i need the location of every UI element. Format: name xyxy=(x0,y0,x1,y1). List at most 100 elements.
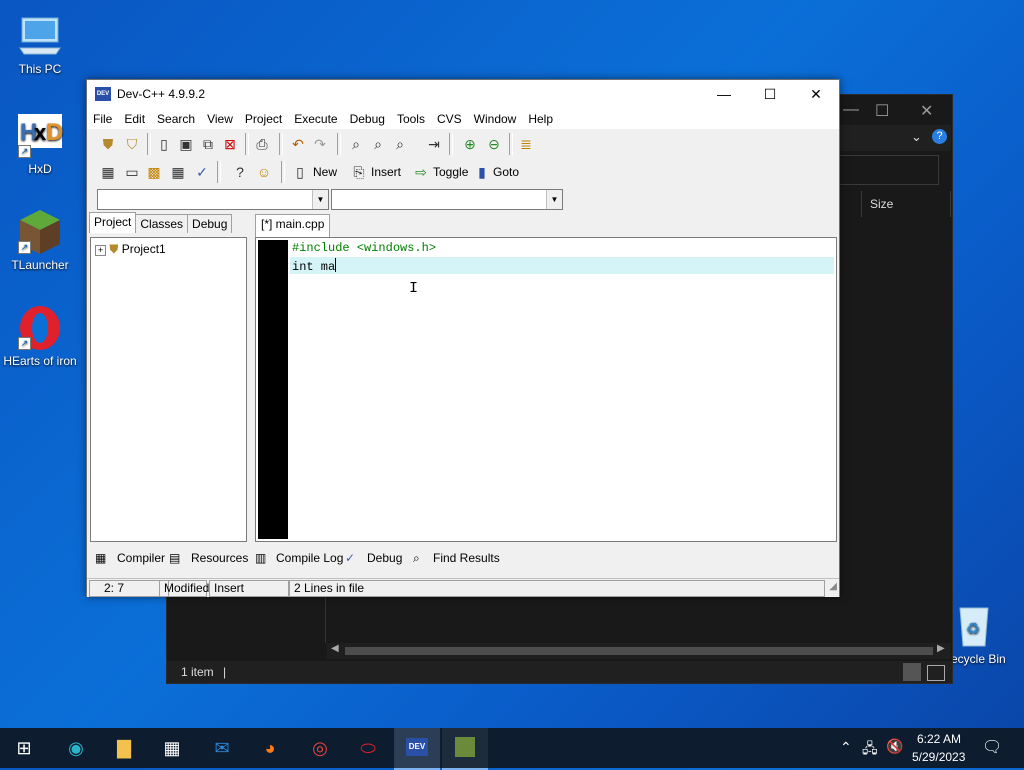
goto-button-label[interactable]: Goto xyxy=(493,161,519,183)
insert-icon[interactable]: ⎘ xyxy=(351,161,367,183)
close-button[interactable]: ✕ xyxy=(793,80,839,109)
chevron-down-icon[interactable]: ▼ xyxy=(312,190,328,209)
store-icon[interactable]: ▦ xyxy=(158,734,186,762)
tab-classes[interactable]: Classes xyxy=(135,214,189,233)
title-bar[interactable]: DEV Dev-C++ 4.9.9.2 — ☐ ✕ xyxy=(87,80,839,109)
notifications-icon[interactable]: 🗨 xyxy=(982,737,1002,757)
tree-node-project1[interactable]: + ⛊ Project1 xyxy=(95,242,166,257)
member-combo[interactable]: ▼ xyxy=(331,189,563,210)
menu-cvs[interactable]: CVS xyxy=(431,109,468,129)
network-icon[interactable]: 🖧 xyxy=(862,738,878,762)
print-icon[interactable]: ⎙ xyxy=(251,133,273,155)
menu-view[interactable]: View xyxy=(201,109,239,129)
resize-grip-icon[interactable]: ◢ xyxy=(829,581,837,592)
menu-window[interactable]: Window xyxy=(468,109,523,129)
clock-date[interactable]: 5/29/2023 xyxy=(912,750,965,764)
windows-start-icon[interactable]: ⊞ xyxy=(10,734,38,762)
menu-debug[interactable]: Debug xyxy=(344,109,391,129)
find-icon[interactable]: ⌕ xyxy=(345,133,367,155)
menu-edit[interactable]: Edit xyxy=(118,109,151,129)
hxd-app-icon: H x D ↗ xyxy=(16,112,64,160)
tab-project[interactable]: Project xyxy=(89,212,137,233)
tlauncher-taskbar-button[interactable] xyxy=(442,728,488,770)
devcpp-app-icon: DEV xyxy=(95,87,111,101)
toggle-button-label[interactable]: Toggle xyxy=(433,161,468,183)
tab-compiler[interactable]: Compiler xyxy=(117,548,165,568)
new-file-icon[interactable]: ▯ xyxy=(153,133,175,155)
minimize-button[interactable]: — xyxy=(701,80,747,109)
search-box[interactable] xyxy=(839,155,939,185)
clock-time[interactable]: 6:22 AM xyxy=(917,732,961,746)
chevron-down-icon[interactable]: ⌄ xyxy=(911,129,922,145)
file-explorer-icon[interactable]: ▇ xyxy=(110,734,138,762)
rebuild-all-icon[interactable]: ▦ xyxy=(167,161,189,183)
redo-icon[interactable]: ↷ xyxy=(309,133,331,155)
undo-icon[interactable]: ↶ xyxy=(287,133,309,155)
save-all-icon[interactable]: ⧉ xyxy=(197,133,219,155)
desktop-icon-this-pc[interactable]: This PC xyxy=(2,12,78,76)
tiles-view-icon[interactable] xyxy=(927,665,945,681)
minimize-icon[interactable]: — xyxy=(843,101,859,119)
code-editor[interactable]: #include <windows.h> int ma I xyxy=(255,237,837,542)
new-icon[interactable]: ▯ xyxy=(293,161,307,183)
remove-from-project-icon[interactable]: ⊖ xyxy=(483,133,505,155)
goto-bookmark-icon[interactable]: ▮ xyxy=(475,161,489,183)
expand-icon[interactable]: + xyxy=(95,245,106,256)
scroll-right-icon[interactable]: ▶ xyxy=(937,643,945,654)
main-toolbar: ⛊ ⛉ ▯ ▣ ⧉ ⊠ ⎙ ↶ ↷ ⌕ ⌕ ⌕ ⇥ ⊕ ⊖ ≣ xyxy=(87,130,543,158)
help-icon[interactable]: ? xyxy=(229,161,251,183)
compile-icon[interactable]: ▦ xyxy=(97,161,119,183)
maximize-button[interactable]: ☐ xyxy=(747,80,793,109)
menu-search[interactable]: Search xyxy=(151,109,201,129)
show-hidden-icons-chevron-icon[interactable]: ⌃ xyxy=(840,739,852,756)
scroll-left-icon[interactable]: ◀ xyxy=(331,643,339,654)
check-syntax-icon[interactable]: ✓ xyxy=(191,161,213,183)
desktop-icon-tlauncher[interactable]: ↗ TLauncher xyxy=(2,208,78,272)
menu-project[interactable]: Project xyxy=(239,109,288,129)
new-button-label[interactable]: New xyxy=(313,161,337,183)
replace-icon[interactable]: ⌕ xyxy=(367,133,389,155)
find-next-icon[interactable]: ⌕ xyxy=(389,133,411,155)
chrome-icon[interactable]: ◎ xyxy=(306,734,334,762)
tab-compile-log[interactable]: Compile Log xyxy=(276,548,343,568)
tab-resources[interactable]: Resources xyxy=(191,548,248,568)
insert-button-label[interactable]: Insert xyxy=(371,161,401,183)
desktop-icon-hearts-of-iron[interactable]: ↗ HEarts of iron xyxy=(0,304,80,368)
chevron-down-icon[interactable]: ▼ xyxy=(546,190,562,209)
desktop-icon-hxd[interactable]: H x D ↗ HxD xyxy=(2,112,78,176)
close-icon[interactable]: ✕ xyxy=(920,101,933,121)
menu-tools[interactable]: Tools xyxy=(391,109,431,129)
class-combo[interactable]: ▼ xyxy=(97,189,329,210)
scrollbar-thumb[interactable] xyxy=(345,647,933,655)
volume-muted-icon[interactable]: 🔇 xyxy=(886,738,903,755)
mail-icon[interactable]: ✉ xyxy=(208,734,236,762)
about-icon[interactable]: ☺ xyxy=(253,161,275,183)
toggle-bookmark-icon[interactable]: ⇨ xyxy=(413,161,429,183)
goto-line-icon[interactable]: ⇥ xyxy=(423,133,445,155)
menu-help[interactable]: Help xyxy=(522,109,559,129)
opera-taskbar-icon[interactable]: ⬭ xyxy=(354,734,382,762)
open-project-icon[interactable]: ⛊ xyxy=(97,133,119,155)
close-file-icon[interactable]: ⊠ xyxy=(219,133,241,155)
add-to-project-icon[interactable]: ⊕ xyxy=(459,133,481,155)
run-icon[interactable]: ▭ xyxy=(121,161,143,183)
tab-find-results[interactable]: Find Results xyxy=(433,548,500,568)
edge-icon[interactable]: ◉ xyxy=(62,734,90,762)
devcpp-window[interactable]: DEV Dev-C++ 4.9.9.2 — ☐ ✕ File Edit Search… xyxy=(86,79,840,597)
save-icon[interactable]: ▣ xyxy=(175,133,197,155)
desktop-icon-label: TLauncher xyxy=(11,258,69,272)
devcpp-taskbar-button[interactable]: DEV xyxy=(394,728,440,770)
tab-debug-output[interactable]: Debug xyxy=(367,548,402,568)
firefox-icon[interactable]: ◕ xyxy=(256,734,284,762)
details-view-icon[interactable] xyxy=(903,663,921,681)
menu-execute[interactable]: Execute xyxy=(288,109,343,129)
close-project-icon[interactable]: ⛉ xyxy=(121,133,143,155)
compile-run-icon[interactable]: ▩ xyxy=(143,161,165,183)
menu-file[interactable]: File xyxy=(87,109,118,129)
horizontal-scrollbar[interactable]: ◀ ▶ xyxy=(327,643,951,659)
project-options-icon[interactable]: ≣ xyxy=(515,133,537,155)
maximize-icon[interactable]: ☐ xyxy=(875,101,889,121)
tab-debug[interactable]: Debug xyxy=(187,214,233,233)
help-icon[interactable]: ? xyxy=(932,129,947,144)
column-header-size[interactable]: Size xyxy=(861,191,951,217)
